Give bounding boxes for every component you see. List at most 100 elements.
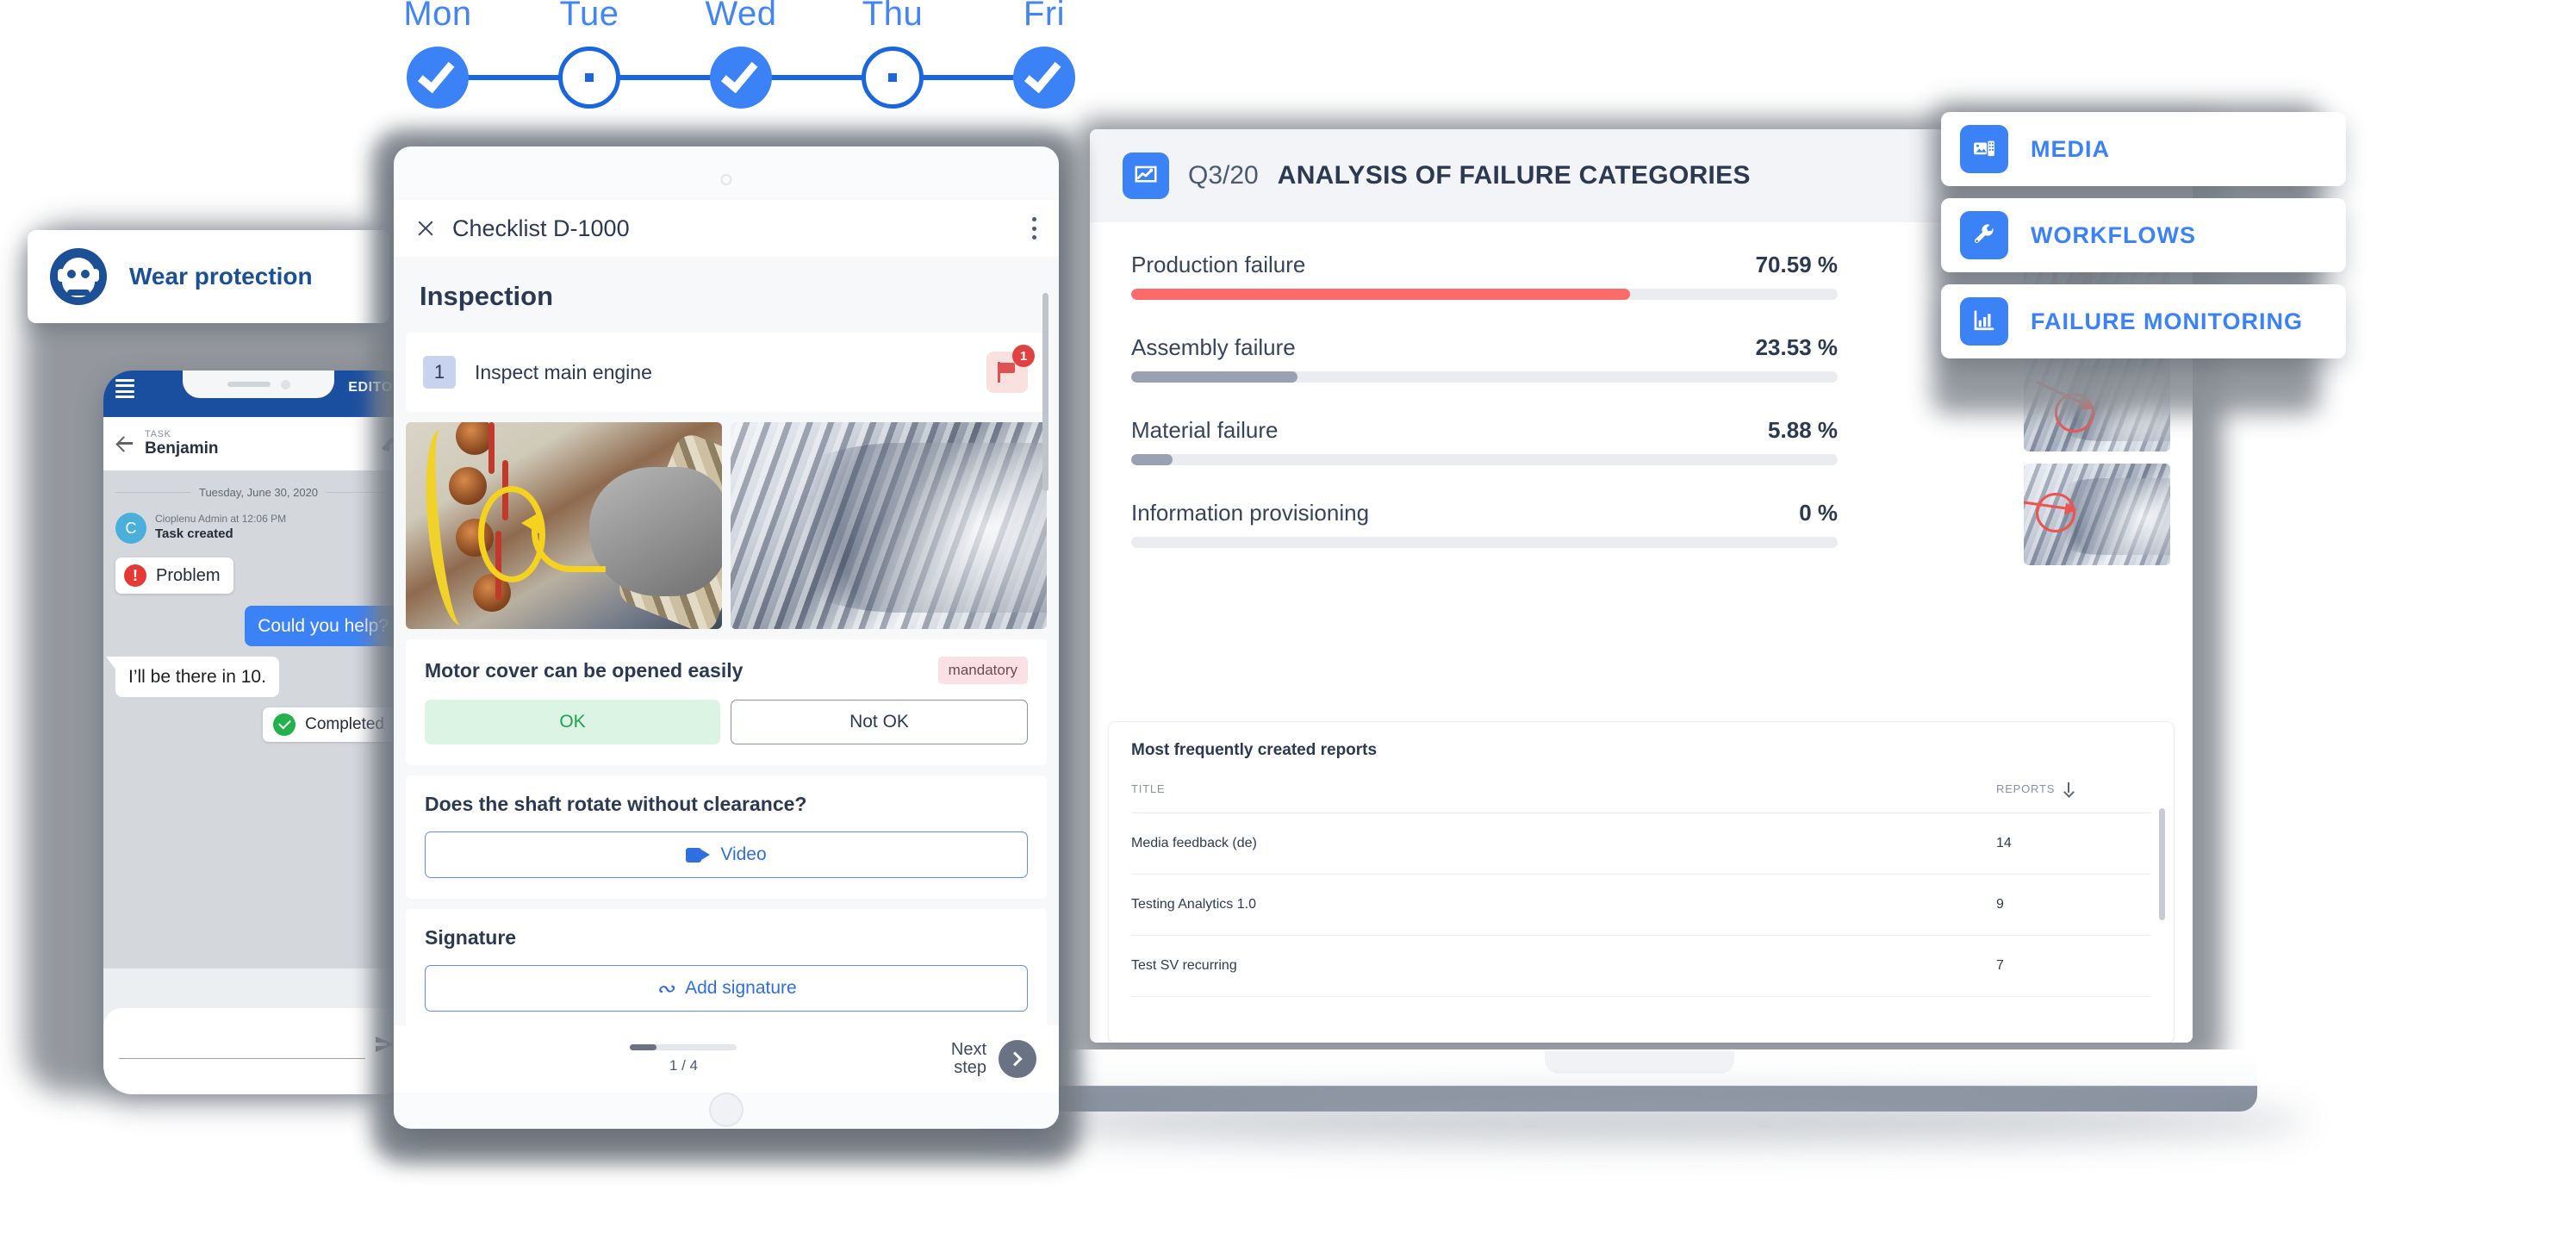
task-name: Inspect main engine	[475, 360, 652, 383]
annotation-arrow	[532, 524, 606, 572]
table-row[interactable]: Media feedback (de) 14	[1131, 813, 2151, 875]
gearbox-photo[interactable]	[731, 422, 1047, 629]
phone-app-bar: TASK Benjamin	[103, 417, 414, 470]
weekday-label-fri: Fri	[1023, 0, 1066, 33]
checklist-screen: Checklist D-1000 Inspection 1 Inspect ma…	[394, 146, 1059, 1129]
menu-card-label: FAILURE MONITORING	[2031, 308, 2304, 334]
phone-device: EDITOR TASK Benjamin Tuesday, June 30, 2…	[24, 211, 420, 1142]
status-badge-problem[interactable]: ! Problem	[115, 557, 234, 594]
signature-icon: ∾	[656, 975, 675, 1001]
checklist-title: Checklist D-1000	[452, 215, 630, 241]
cell-reports: 7	[1996, 935, 2151, 997]
progress-fill	[630, 1043, 657, 1050]
check-icon	[417, 54, 455, 94]
cell-title: Testing Analytics 1.0	[1131, 874, 1996, 936]
next-step-line2: step	[954, 1058, 986, 1077]
chat-thread: Tuesday, June 30, 2020 C Cioplenu Admin …	[103, 470, 414, 968]
task-photo-strip	[394, 412, 1059, 629]
next-step-line1: Next	[950, 1040, 986, 1059]
bar-label: Material failure	[1131, 417, 1279, 443]
completed-chip-row: Completed	[115, 707, 401, 743]
most-frequent-reports-card: Most frequently created reports TITLE RE…	[1109, 722, 2174, 1043]
menu-card-label: MEDIA	[2031, 135, 2110, 162]
task-number: 1	[423, 356, 456, 389]
check-circle-icon	[273, 713, 296, 737]
cell-title: Test SV recurring	[1131, 935, 1996, 997]
video-button[interactable]: Video	[425, 831, 1028, 878]
stepper-node-fri[interactable]	[968, 47, 1120, 109]
motor-stator-photo[interactable]	[406, 422, 722, 629]
phone-camera	[280, 379, 290, 389]
phone-status-bar: EDITOR	[103, 371, 414, 417]
alert-icon: !	[124, 564, 146, 587]
table-scrollbar[interactable]	[2159, 808, 2165, 920]
reports-card-title: Most frequently created reports	[1131, 741, 1378, 759]
add-signature-button[interactable]: ∾ Add signature	[425, 965, 1028, 1012]
bar-value: 0 %	[1799, 500, 1838, 526]
chat-event: C Cioplenu Admin at 12:06 PM Task create…	[115, 513, 401, 544]
wrench-icon	[1960, 211, 2008, 259]
menu-card-failure-monitoring[interactable]: FAILURE MONITORING	[1941, 284, 2346, 358]
weekday-label-tue: Tue	[559, 0, 619, 33]
dashboard-title: ANALYSIS OF FAILURE CATEGORIES	[1277, 161, 1751, 190]
week-stepper: Mon Tue Wed Thu Fri	[362, 0, 1120, 124]
add-signature-label: Add signature	[685, 978, 797, 998]
wear-protection-label: Wear protection	[129, 263, 313, 290]
bar-label: Production failure	[1131, 252, 1306, 277]
laptop-shadow	[982, 1101, 2309, 1143]
kebab-menu-icon[interactable]	[1031, 217, 1036, 240]
tablet-camera	[720, 174, 732, 185]
checklist-task-row[interactable]: 1 Inspect main engine 1	[406, 333, 1047, 412]
chevron-right-icon[interactable]	[999, 1040, 1036, 1078]
checklist-question-1: Motor cover can be opened easily mandato…	[406, 639, 1047, 765]
analytics-chart-icon	[1123, 153, 1169, 199]
check-icon	[720, 54, 758, 94]
weekday-label-thu: Thu	[862, 0, 924, 33]
stepper-node-tue[interactable]	[513, 47, 665, 109]
menu-card-media[interactable]: MEDIA	[1941, 112, 2346, 186]
table-row[interactable]: Testing Analytics 1.0 9	[1131, 874, 2151, 936]
reports-table: TITLE REPORTS Media feedback (de) 14 Tes…	[1131, 782, 2151, 997]
cell-title: Media feedback (de)	[1131, 813, 1996, 875]
check-icon	[1024, 54, 1061, 94]
chat-message-row: Could you help?	[115, 606, 411, 647]
hamburger-icon[interactable]	[115, 379, 134, 398]
column-header-reports[interactable]: REPORTS	[1996, 782, 2151, 813]
bar-fill	[1131, 289, 1630, 300]
bar-label: Information provisioning	[1131, 500, 1370, 526]
date-divider-label: Tuesday, June 30, 2020	[198, 486, 319, 499]
table-row[interactable]: Test SV recurring 7	[1131, 935, 2151, 997]
event-text: Task created	[155, 526, 233, 541]
progress-text: 1 / 4	[669, 1056, 698, 1074]
close-icon[interactable]	[416, 219, 435, 238]
task-header-text: TASK Benjamin	[145, 430, 372, 458]
answer-ok-button[interactable]: OK	[425, 700, 720, 744]
flag-count-badge: 1	[1012, 345, 1035, 367]
sort-descending-icon[interactable]	[2063, 782, 2074, 794]
back-arrow-icon[interactable]	[115, 434, 134, 453]
message-input[interactable]	[119, 1030, 365, 1059]
next-step-control[interactable]: Next step	[951, 1040, 1036, 1078]
checklist-scrollbar[interactable]	[1042, 293, 1048, 491]
bar-track	[1131, 454, 1838, 465]
column-header-title[interactable]: TITLE	[1131, 782, 1996, 813]
next-step-label: Next step	[951, 1041, 986, 1077]
tablet-home-button[interactable]	[709, 1093, 744, 1127]
wear-protection-card[interactable]: Wear protection	[28, 230, 389, 323]
menu-card-workflows[interactable]: WORKFLOWS	[1941, 198, 2346, 272]
bar-value: 70.59 %	[1755, 252, 1838, 277]
question-text: Does the shaft rotate without clearance?	[425, 793, 807, 815]
tablet-device: Checklist D-1000 Inspection 1 Inspect ma…	[372, 129, 1080, 1163]
gearbox-thumb-3[interactable]	[2024, 464, 2170, 565]
answer-not-ok-button[interactable]: Not OK	[731, 700, 1028, 744]
signature-label: Signature	[425, 926, 517, 949]
bar-track	[1131, 371, 1838, 383]
stepper-node-mon[interactable]	[362, 47, 513, 109]
stepper-node-wed[interactable]	[665, 47, 817, 109]
weekday-label-mon: Mon	[403, 0, 472, 33]
stepper-node-thu[interactable]	[817, 47, 968, 109]
bar-value: 5.88 %	[1768, 417, 1838, 443]
flag-icon[interactable]: 1	[986, 345, 1035, 393]
bar-chart-icon	[1960, 297, 2008, 346]
dot-icon	[888, 73, 897, 82]
